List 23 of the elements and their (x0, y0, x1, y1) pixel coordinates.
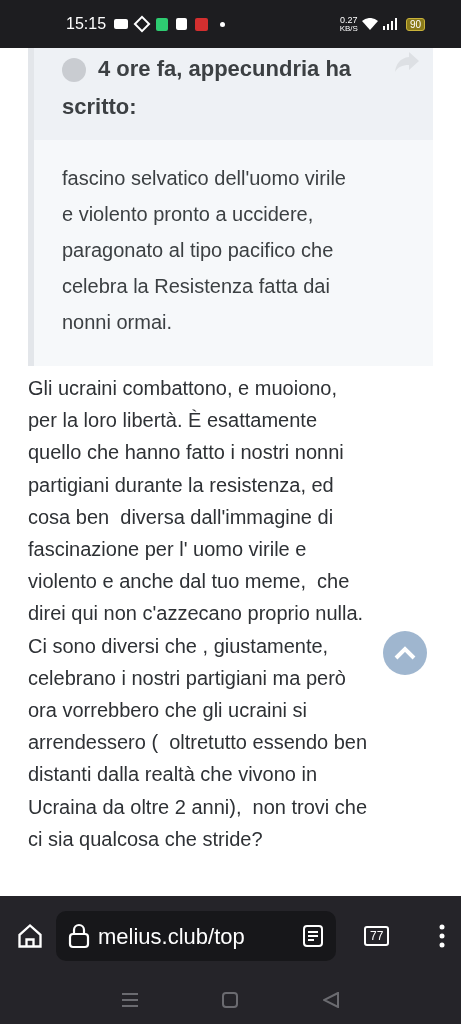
home-button-icon[interactable] (222, 992, 239, 1008)
clock: 15:15 (66, 14, 107, 34)
chevron-up-icon (394, 646, 416, 660)
speed-unit: KB/S (339, 24, 358, 33)
wifi-icon (361, 18, 378, 30)
home-icon[interactable] (16, 922, 44, 950)
post-text: Gli ucraini combattono, e muoiono, per la loro libertà. È esattamente quello che hanno fatto i nostri nonni partigiani durante la resistenza, ed cosa ben diversa dall'immagine di fascinazione per l' uomo virile e violento e anche dal tuo meme, che direi qui non c'azzecano proprio nulla. Ci sono diversi che , giustamente, celebrano i nostri partigiani ma però ora vorrebbero che gli ucraini si arrendessero ( oltretutto essendo ben distanti dalla realtà che vivono in Ucraina da oltre 2 anni), non trovi che ci sia qualcosa che stride? (28, 376, 368, 852)
battery-icon: 90 (405, 17, 425, 31)
quote-header: 4 ore fa, appecundria ha scritto: (62, 55, 353, 121)
back-icon[interactable] (322, 992, 339, 1008)
reader-icon[interactable] (302, 924, 324, 948)
lock-icon (68, 923, 90, 949)
speed: 0.27 (340, 15, 358, 25)
address-bar[interactable]: melius.club/top (56, 911, 336, 961)
url: melius.club/top (98, 922, 246, 951)
app-icon (156, 17, 169, 31)
more-icon[interactable] (439, 924, 445, 948)
menu-icon[interactable] (122, 993, 139, 1007)
quote-text: fascino selvatico dell'uomo virile e violento pronto a uccidere, paragonato al tipo pacifico che celebra la Resistenza fatta dai nonni ormai. (62, 166, 347, 335)
signal-icon (381, 18, 398, 30)
scroll-up-button[interactable] (383, 631, 427, 675)
tab-count[interactable]: 77 (364, 926, 390, 946)
app-icon (195, 17, 209, 31)
